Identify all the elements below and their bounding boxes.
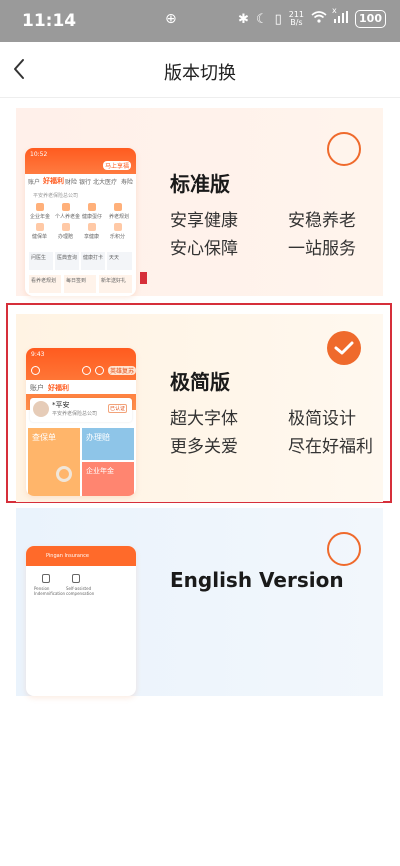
mock-time: 9:43 bbox=[31, 351, 45, 358]
feature-text: 安享健康 bbox=[170, 211, 238, 231]
mock-card-label: 健康打卡 bbox=[83, 255, 104, 261]
signal-icon: x bbox=[332, 6, 349, 27]
version-card-standard[interactable]: 10:52 马上享福 账户 好福利 财险 银行 北大医疗 寿险 平安养老保险总公… bbox=[16, 108, 383, 296]
mock-icon-label: 健保单 bbox=[32, 234, 48, 240]
feature-text: 尽在好福利 bbox=[288, 437, 373, 457]
radio-standard[interactable] bbox=[327, 132, 361, 166]
nav-bar: 版本切换 bbox=[0, 42, 400, 98]
version-card-simple[interactable]: 9:43 英雄复苏 账户 好福利 *平安 平安养老保险总公司 已认证 查保单 办… bbox=[16, 314, 383, 502]
mock-plus-icon bbox=[82, 366, 91, 375]
mock-header-title: Pingan Insurance bbox=[46, 553, 89, 559]
mock-icon bbox=[36, 223, 44, 231]
mock-tab: 财险 bbox=[65, 179, 78, 186]
mock-tile-claim: 办理赔 bbox=[82, 428, 134, 460]
mock-tile-policy: 查保单 bbox=[28, 428, 80, 496]
mock-icon-label: 个人养老金 bbox=[55, 214, 81, 220]
app-notification-icon: ⊕ bbox=[165, 11, 177, 27]
mock-shield-icon bbox=[72, 574, 80, 583]
feature-text: 安心保障 bbox=[170, 239, 238, 259]
mock-card-label: 新年送好礼 bbox=[101, 278, 127, 284]
standard-mockup: 10:52 马上享福 账户 好福利 财险 银行 北大医疗 寿险 平安养老保险总公… bbox=[25, 148, 136, 296]
card-title-english: English Version bbox=[170, 568, 344, 592]
no-signal-mark: x bbox=[332, 6, 337, 15]
mock-tile-label: 办理赔 bbox=[86, 433, 110, 442]
mock-icon bbox=[62, 203, 70, 211]
feature-text: 极简设计 bbox=[288, 409, 356, 429]
mock-company: 平安养老保险总公司 bbox=[52, 411, 98, 417]
radio-simple-checked[interactable] bbox=[327, 331, 361, 365]
feature-text: 一站服务 bbox=[288, 239, 356, 259]
magnifier-icon bbox=[56, 466, 72, 482]
mock-icon bbox=[62, 223, 70, 231]
mock-tab: 银行 bbox=[79, 179, 92, 186]
status-bar: 11:14 ⊕ ✱ ☾ ▯ 211 B/s x 100 bbox=[0, 0, 400, 42]
net-speed: 211 B/s bbox=[289, 11, 304, 27]
simple-mockup: 9:43 英雄复苏 账户 好福利 *平安 平安养老保险总公司 已认证 查保单 办… bbox=[26, 348, 136, 496]
mock-card-label: 天天 bbox=[109, 255, 120, 261]
page-title: 版本切换 bbox=[164, 63, 236, 84]
mock-tile-annuity: 企业年金 bbox=[82, 462, 134, 496]
mock-item-label: Pension Indemnification bbox=[34, 586, 66, 596]
mock-icon-label: 健康蛋仔 bbox=[82, 214, 103, 220]
wifi-icon bbox=[311, 11, 327, 27]
mock-tab-row: 账户 好福利 财险 银行 北大医疗 寿险 bbox=[25, 174, 136, 188]
mock-icon-grid: 企业年金 个人养老金 健康蛋仔 养老规划 健保单 办理赔 享健康 乐积分 bbox=[30, 203, 131, 245]
mock-card-row: 问医生 医典查询 健康打卡 天天 bbox=[29, 252, 132, 272]
mock-tab: 账户 bbox=[28, 179, 41, 186]
vibrate-icon: ▯ bbox=[274, 11, 282, 27]
mock-bottom-row: 看养老规划 每日签到 新年送好礼 bbox=[29, 275, 132, 295]
mock-icon bbox=[114, 203, 122, 211]
mock-icon-label: 养老规划 bbox=[109, 214, 130, 220]
version-card-english[interactable]: Pingan Insurance Pension Indemnification… bbox=[16, 508, 383, 696]
mock-header: Pingan Insurance bbox=[26, 546, 136, 566]
mock-icon-label: 乐积分 bbox=[110, 234, 126, 240]
mock-card-label: 看养老规划 bbox=[31, 278, 57, 284]
feature-text: 安稳养老 bbox=[288, 211, 356, 231]
mock-time: 10:52 bbox=[30, 151, 48, 158]
english-mockup: Pingan Insurance Pension Indemnification… bbox=[26, 546, 136, 696]
mock-icon-label: 企业年金 bbox=[30, 214, 51, 220]
card-title-simple: 极简版 bbox=[170, 370, 230, 394]
mock-company: 平安养老保险总公司 bbox=[33, 193, 79, 199]
bluetooth-icon: ✱ bbox=[238, 11, 249, 27]
mock-badge: 英雄复苏 bbox=[108, 366, 136, 375]
radio-english[interactable] bbox=[327, 532, 361, 566]
card-title-standard: 标准版 bbox=[170, 172, 230, 196]
mock-tag: 已认证 bbox=[108, 404, 128, 413]
mock-tab-active: 好福利 bbox=[48, 384, 69, 392]
net-speed-unit: B/s bbox=[290, 18, 303, 27]
mock-user-card: *平安 平安养老保险总公司 已认证 bbox=[30, 398, 132, 422]
battery-indicator: 100 bbox=[355, 10, 386, 28]
mock-icon-label: 享健康 bbox=[84, 234, 100, 240]
check-icon bbox=[334, 341, 354, 355]
status-icons: ✱ ☾ ▯ 211 B/s x 100 bbox=[238, 6, 386, 28]
mock-avatar bbox=[33, 401, 49, 417]
mock-icon bbox=[36, 203, 44, 211]
mock-item-label: Self-assisted compensation bbox=[66, 586, 95, 596]
mock-tab: 北大医疗 bbox=[93, 179, 118, 186]
mock-side-tab bbox=[140, 272, 147, 284]
mock-icon-label: 办理赔 bbox=[58, 234, 74, 240]
mock-tab: 账户 bbox=[30, 384, 44, 392]
feature-text: 更多关爱 bbox=[170, 437, 238, 457]
feature-text: 超大字体 bbox=[170, 409, 238, 429]
mock-icon bbox=[88, 223, 96, 231]
mock-badge: 马上享福 bbox=[103, 161, 132, 170]
mock-icon bbox=[88, 203, 96, 211]
mock-shield-icon bbox=[42, 574, 50, 583]
mock-card-label: 每日签到 bbox=[66, 278, 87, 284]
mock-tile-label: 企业年金 bbox=[86, 467, 114, 475]
mock-tab-row: 账户 好福利 bbox=[26, 380, 136, 394]
mock-card-label: 问医生 bbox=[31, 255, 47, 261]
moon-icon: ☾ bbox=[255, 11, 268, 27]
mock-user-name: *平安 bbox=[52, 401, 70, 409]
mock-bell-icon bbox=[95, 366, 104, 375]
mock-card-label: 医典查询 bbox=[57, 255, 78, 261]
mock-chat-icon bbox=[31, 366, 40, 375]
mock-tab-active: 好福利 bbox=[43, 177, 64, 185]
mock-icon bbox=[114, 223, 122, 231]
status-time: 11:14 bbox=[22, 11, 77, 31]
mock-tile-label: 查保单 bbox=[32, 433, 56, 442]
mock-tab: 寿险 bbox=[121, 179, 134, 186]
